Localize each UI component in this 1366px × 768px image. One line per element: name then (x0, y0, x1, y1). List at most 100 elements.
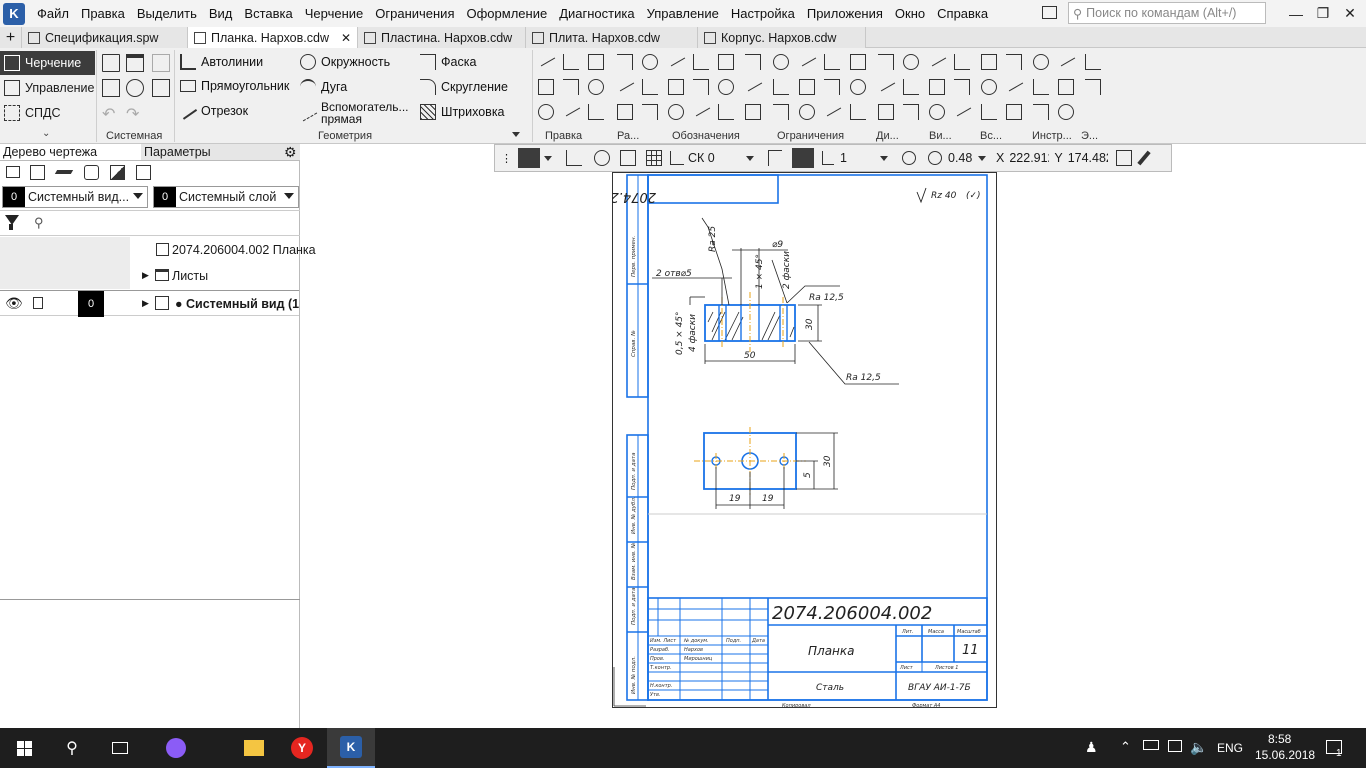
ribbon-tool-icon[interactable] (878, 104, 894, 120)
menu-view[interactable]: Вид (203, 0, 239, 27)
group-dropdown-icon[interactable] (512, 132, 520, 137)
tab-plastina[interactable]: Пластина. Нархов.cdw (358, 27, 526, 48)
expand-arrow-icon[interactable]: ▶ (142, 298, 149, 309)
ribbon-tool-icon[interactable] (1058, 104, 1074, 120)
tab-drawing-tree[interactable]: Дерево чертежа (0, 144, 140, 160)
new-document-icon[interactable] (102, 54, 120, 72)
ribbon-tool-icon[interactable] (743, 75, 763, 92)
ribbon-tool-icon[interactable] (666, 50, 686, 67)
menu-help[interactable]: Справка (931, 0, 994, 27)
zoom-value-input[interactable]: 0.48 (948, 151, 978, 165)
ribbon-tool-icon[interactable] (927, 50, 947, 67)
ribbon-tool-icon[interactable] (588, 54, 604, 70)
ribbon-tool-icon[interactable] (954, 54, 970, 70)
layer-icon[interactable] (54, 170, 74, 174)
network-icon[interactable] (1168, 740, 1182, 752)
redo-icon[interactable]: ↷ (126, 104, 139, 124)
mode-spds[interactable]: СПДС (0, 101, 95, 125)
ribbon-tool-icon[interactable] (797, 50, 817, 67)
lock-icon[interactable] (33, 297, 43, 309)
mode-manage[interactable]: Управление (0, 76, 95, 100)
local-snap-icon[interactable] (792, 148, 814, 168)
ribbon-tool-icon[interactable] (1004, 75, 1024, 92)
ribbon-tool-icon[interactable] (981, 104, 997, 120)
ribbon-tool-icon[interactable] (563, 54, 579, 70)
ribbon-tool-icon[interactable] (538, 104, 554, 120)
menu-file[interactable]: Файл (31, 0, 75, 27)
ribbon-tool-icon[interactable] (588, 104, 604, 120)
ribbon-tool-icon[interactable] (718, 79, 734, 95)
battery-icon[interactable] (1143, 740, 1159, 750)
ribbon-tool-icon[interactable] (952, 100, 972, 117)
preview-icon[interactable] (126, 79, 144, 97)
menu-settings[interactable]: Настройка (725, 0, 801, 27)
view-create-icon[interactable] (6, 166, 20, 178)
image-icon[interactable] (110, 165, 125, 180)
ribbon-tool-icon[interactable] (878, 54, 894, 70)
menu-select[interactable]: Выделить (131, 0, 203, 27)
kompas-logo-icon[interactable]: K (3, 2, 25, 25)
menu-window[interactable]: Окно (889, 0, 931, 27)
view-select[interactable]: 0 Системный вид... (2, 186, 148, 208)
snap-magnet-icon[interactable] (518, 148, 540, 168)
ribbon-tool-icon[interactable] (1033, 79, 1049, 95)
ribbon-tool-icon[interactable] (799, 104, 815, 120)
ribbon-tool-icon[interactable] (642, 104, 658, 120)
close-button[interactable]: ✕ (1330, 0, 1366, 27)
chamfer-button[interactable]: Фаска (420, 54, 476, 70)
search-icon[interactable]: ⚲ (48, 728, 96, 768)
ribbon-tool-icon[interactable] (691, 100, 711, 117)
hatch-button[interactable]: Штриховка (420, 104, 505, 120)
print-icon[interactable] (102, 79, 120, 97)
autoline-button[interactable]: Автолинии (180, 54, 263, 70)
ribbon-tool-icon[interactable] (850, 79, 866, 95)
ribbon-tool-icon[interactable] (981, 79, 997, 95)
menu-apps[interactable]: Приложения (801, 0, 889, 27)
ribbon-tool-icon[interactable] (773, 79, 789, 95)
gear-icon[interactable]: ⚙ (284, 144, 297, 160)
coordinate-system-select[interactable]: СК 0 (688, 151, 746, 165)
expand-arrow-icon[interactable]: ▶ (142, 270, 149, 281)
expand-chevron-icon[interactable]: ⌄ (42, 128, 50, 139)
language-indicator[interactable]: ENG (1217, 741, 1243, 755)
command-search-input[interactable]: ⚲ Поиск по командам (Alt+/) (1068, 2, 1266, 24)
arc-button[interactable]: Дуга (300, 79, 347, 95)
view-axis-icon[interactable] (30, 165, 45, 180)
y-coordinate-field[interactable]: 174.482 (1068, 151, 1108, 165)
ribbon-tool-icon[interactable] (1085, 79, 1101, 95)
ribbon-tool-icon[interactable] (929, 79, 945, 95)
chevron-down-icon[interactable] (544, 155, 552, 161)
start-button[interactable] (0, 728, 48, 768)
ribbon-tool-icon[interactable] (1056, 50, 1076, 67)
eye-icon[interactable]: 👁 (5, 295, 23, 312)
ribbon-tool-icon[interactable] (693, 54, 709, 70)
tab-parameters[interactable]: Параметры (141, 144, 300, 160)
tree-row-system-view[interactable]: 👁 0 ▶ ● Системный вид (1:1) (0, 290, 299, 317)
clock-time[interactable]: 8:58 (1268, 732, 1291, 746)
filter-layers-icon[interactable] (84, 165, 99, 180)
ortho-icon[interactable] (566, 150, 582, 166)
ribbon-tool-icon[interactable] (588, 79, 604, 95)
circle-button[interactable]: Окружность (300, 54, 390, 70)
clock-date[interactable]: 15.06.2018 (1255, 748, 1315, 762)
ribbon-tool-icon[interactable] (642, 54, 658, 70)
menu-insert[interactable]: Вставка (238, 0, 298, 27)
ribbon-tool-icon[interactable] (903, 54, 919, 70)
ribbon-tool-icon[interactable] (617, 54, 633, 70)
volume-icon[interactable]: 🔈 (1190, 739, 1207, 756)
people-icon[interactable]: ♟ (1085, 739, 1098, 756)
ribbon-tool-icon[interactable] (903, 79, 919, 95)
ribbon-tool-icon[interactable] (824, 79, 840, 95)
ribbon-tool-icon[interactable] (718, 104, 734, 120)
ribbon-tool-icon[interactable] (615, 75, 635, 92)
drawing-sheet[interactable]: 2 отв⌀5 ⌀9 1 × 45° 2 фаски Ra 25 Ra 12,5… (612, 172, 998, 710)
menu-diagnostics[interactable]: Диагностика (553, 0, 640, 27)
ribbon-tool-icon[interactable] (536, 50, 556, 67)
properties-icon[interactable] (1115, 150, 1132, 166)
ribbon-tool-icon[interactable] (981, 54, 997, 70)
round-off-icon[interactable] (768, 150, 782, 166)
ribbon-tool-icon[interactable] (1058, 79, 1074, 95)
undo-icon[interactable]: ↶ (102, 104, 115, 124)
tab-specification[interactable]: Спецификация.spw (22, 27, 188, 48)
ribbon-tool-icon[interactable] (563, 79, 579, 95)
